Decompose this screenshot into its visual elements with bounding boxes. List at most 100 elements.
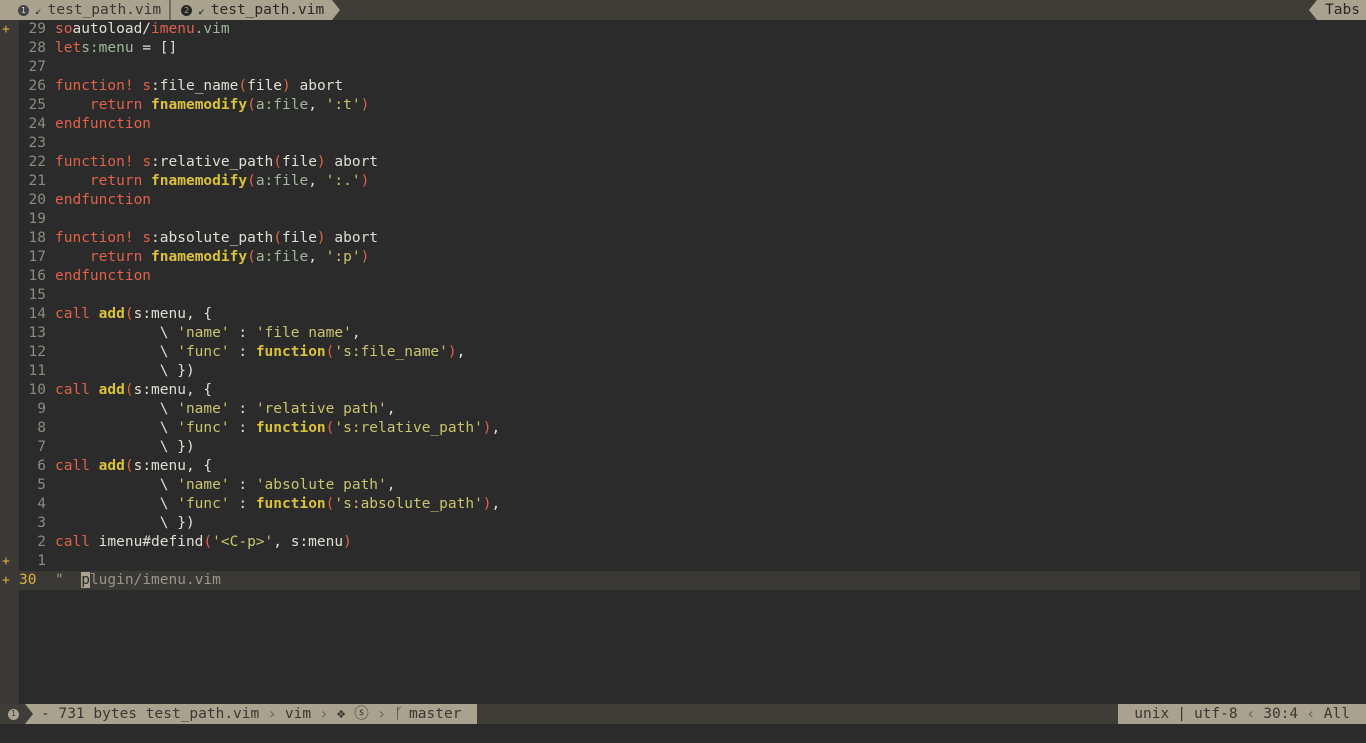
line-code: \ 'name' : 'absolute path', — [55, 476, 396, 495]
line-number: 22 — [28, 154, 46, 170]
modified-arrow-icon: ↙ — [198, 3, 205, 17]
separator-chevron-icon: › — [1245, 704, 1256, 723]
code-line[interactable]: 14 call add(s:menu, { — [19, 305, 1360, 324]
line-number: 29 — [28, 21, 46, 37]
line-code: \ 'func' : function('s:absolute_path'), — [55, 495, 501, 514]
code-line[interactable]: 15 — [19, 286, 1360, 305]
code-token: return — [89, 173, 143, 189]
code-line[interactable]: 11 \ }) — [19, 362, 1360, 381]
line-code: \ }) — [55, 514, 195, 533]
line-number: 8 — [37, 420, 46, 436]
code-line[interactable]: 18 function! s:absolute_path(file) abort — [19, 229, 1360, 248]
code-token: 's:absolute_path' — [334, 496, 483, 512]
tab-label: test_path.vim — [47, 2, 162, 18]
code-token: a:file — [255, 97, 309, 113]
code-token: imenu — [151, 21, 195, 37]
code-token: call — [55, 382, 90, 398]
statusline: 1 - 731 bytes test_path.vim › vim › ❖ ⓢ … — [0, 704, 1366, 724]
code-token: file — [282, 230, 317, 246]
line-code: call add(s:menu, { — [55, 305, 212, 324]
code-line[interactable]: 26 function! s:file_name(file) abort — [19, 77, 1360, 96]
code-line[interactable]: 5 \ 'name' : 'absolute path', — [19, 476, 1360, 495]
git-branch-icon: ᚴ — [394, 706, 404, 722]
code-line[interactable]: 2 call imenu#defind('<C-p>', s:menu) — [19, 533, 1360, 552]
line-code: lets:menu = [] — [55, 39, 177, 58]
code-token: ( — [203, 534, 213, 550]
code-line[interactable]: 10 call add(s:menu, { — [19, 381, 1360, 400]
separator-chevron-icon: › — [376, 704, 387, 723]
code-token: 'absolute path' — [255, 477, 387, 493]
code-line[interactable]: 22 function! s:relative_path(file) abort — [19, 153, 1360, 172]
code-token: ( — [247, 173, 256, 189]
tab-2[interactable]: 2 ↙ test_path.vim — [171, 0, 333, 20]
code-token: 'file name' — [255, 325, 352, 341]
code-token: a:file — [255, 173, 309, 189]
code-line[interactable]: 27 — [19, 58, 1360, 77]
line-code: endfunction — [55, 115, 151, 134]
code-line[interactable]: 3 \ }) — [19, 514, 1360, 533]
code-line[interactable]: 24 endfunction — [19, 115, 1360, 134]
tabs-indicator: Tabs — [1309, 0, 1366, 20]
code-line[interactable]: 20 endfunction — [19, 191, 1360, 210]
line-number: 13 — [28, 325, 46, 341]
tab-number-badge: 1 — [18, 4, 29, 16]
code-token: endfunction — [55, 192, 152, 208]
code-line[interactable]: 17 return fnamemodify(a:file, ':p') — [19, 248, 1360, 267]
code-token: function! — [55, 154, 134, 170]
line-number: 16 — [28, 268, 46, 284]
code-line[interactable]: 8 \ 'func' : function('s:relative_path')… — [19, 419, 1360, 438]
code-line[interactable]: 16 endfunction — [19, 267, 1360, 286]
fileformat: unix — [1134, 706, 1170, 722]
code-token: call — [55, 458, 90, 474]
code-line[interactable]: 7 \ }) — [19, 438, 1360, 457]
code-token: imenu#defind — [89, 534, 204, 550]
line-number: 11 — [28, 363, 46, 379]
code-line[interactable]: 9 \ 'name' : 'relative path', — [19, 400, 1360, 419]
code-token: \ — [55, 401, 178, 417]
buffer-number: 1 — [0, 704, 25, 724]
line-number: 1 — [37, 553, 46, 569]
code-token: so — [55, 21, 73, 37]
code-line[interactable]: 6 call add(s:menu, { — [19, 457, 1360, 476]
code-line[interactable]: 12 \ 'func' : function('s:file_name'), — [19, 343, 1360, 362]
code-line[interactable]: 21 return fnamemodify(a:file, ':.') — [19, 172, 1360, 191]
code-token: \ }) — [55, 363, 195, 379]
code-token: : — [229, 401, 256, 417]
tab-1[interactable]: 1 ↙ test_path.vim — [0, 0, 170, 20]
line-number: 27 — [28, 59, 46, 75]
current-line[interactable]: 30 " plugin/imenu.vim — [19, 571, 1360, 590]
code-token: , — [308, 249, 326, 265]
code-token: , — [386, 477, 396, 493]
code-token: ( — [273, 230, 282, 246]
code-line[interactable]: 23 — [19, 134, 1360, 153]
command-line[interactable] — [0, 724, 1366, 743]
code-token: call — [55, 306, 90, 322]
code-token: 'func' — [177, 420, 230, 436]
tab-end-arrow-icon — [332, 0, 341, 20]
code-token: return — [89, 249, 143, 265]
code-token: , — [351, 325, 361, 341]
code-token: \ — [55, 420, 178, 436]
code-token: ) — [316, 230, 326, 246]
code-line[interactable]: 4 \ 'func' : function('s:absolute_path')… — [19, 495, 1360, 514]
code-token: ':t' — [325, 97, 361, 113]
code-line[interactable]: 13 \ 'name' : 'file name', — [19, 324, 1360, 343]
code-line[interactable]: 28 lets:menu = [] — [19, 39, 1360, 58]
line-code: endfunction — [55, 191, 151, 210]
line-code: \ 'func' : function('s:relative_path'), — [55, 419, 501, 438]
code-line[interactable]: 1 — [19, 552, 1360, 571]
code-line[interactable]: 29 soautoload/imenu.vim — [19, 20, 1360, 39]
code-line[interactable]: 25 return fnamemodify(a:file, ':t') — [19, 96, 1360, 115]
line-code: function! s:absolute_path(file) abort — [55, 229, 378, 248]
cursor-position: 30:4 — [1263, 706, 1299, 722]
code-line[interactable]: 19 — [19, 210, 1360, 229]
code-token: , — [308, 97, 326, 113]
code-token: add — [98, 306, 125, 322]
line-number: 14 — [28, 306, 46, 322]
code-token: abort — [325, 230, 379, 246]
code-token: 'func' — [177, 496, 230, 512]
code-token: , — [456, 344, 466, 360]
